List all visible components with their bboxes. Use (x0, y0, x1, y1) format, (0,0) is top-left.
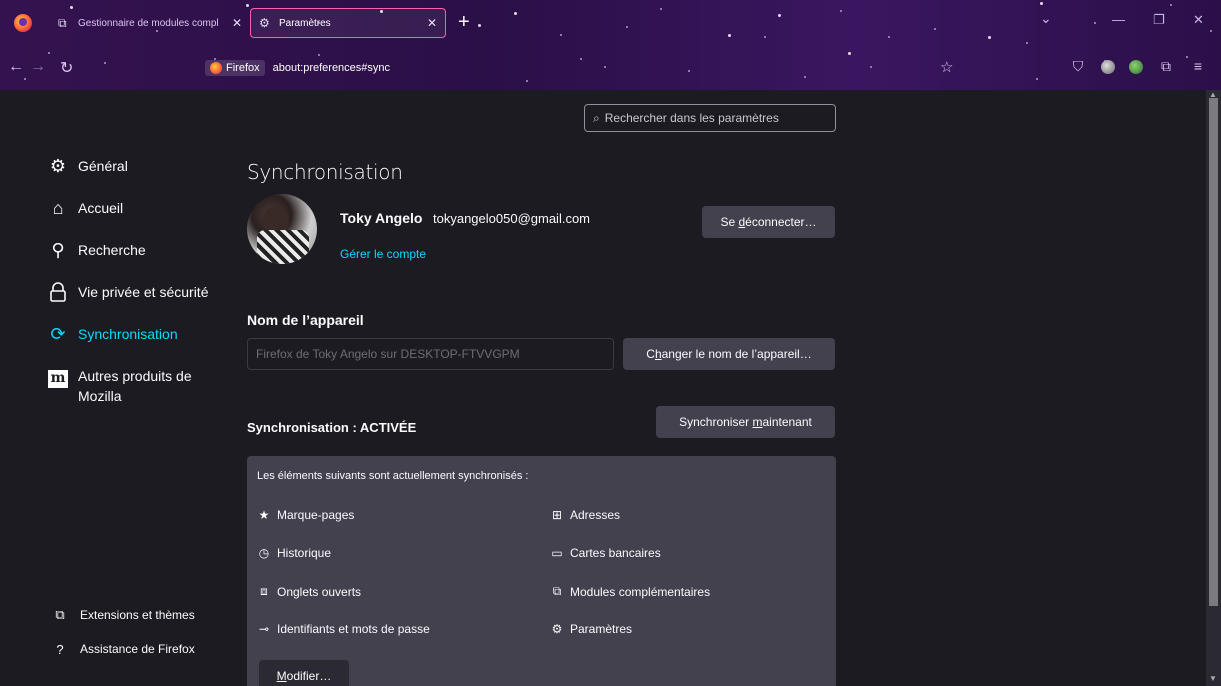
sidebar: ⚙ Général ⌂ Accueil ⚲ Recherche Vie priv… (48, 156, 228, 420)
bookmark-star-icon[interactable]: ☆ (940, 58, 953, 76)
star-icon: ★ (258, 508, 270, 522)
page-title: Synchronisation (247, 160, 403, 184)
account-email: tokyangelo050@gmail.com (433, 211, 591, 226)
sync-icon: ⟳ (50, 324, 66, 344)
search-icon: ⌕ (593, 110, 600, 125)
browser-chrome: ⧉ Gestionnaire de modules compl ✕ ⚙ Para… (0, 0, 1221, 90)
url-text[interactable]: about:preferences#sync (273, 62, 390, 74)
sidebar-item-sync[interactable]: ⟳ Synchronisation (48, 324, 228, 366)
extension-avatar-icon[interactable] (1101, 60, 1115, 74)
sidebar-item-label: Accueil (78, 200, 124, 216)
puzzle-icon: ⧉ (55, 607, 65, 622)
sidebar-item-home[interactable]: ⌂ Accueil (48, 198, 228, 240)
firefox-logo (14, 14, 32, 32)
sidebar-item-more-from-mozilla[interactable]: m Autres produits de Mozilla (48, 366, 228, 420)
toolbar-icons: ⛉ ⧉ ≡ (1069, 58, 1207, 75)
change-device-name-button[interactable]: Ch anger le nom de l’appareil… (623, 338, 835, 370)
sidebar-link-addons[interactable]: ⧉ Extensions et thèmes (52, 598, 195, 632)
sign-out-button[interactable]: Se d éconnecter… (702, 206, 835, 238)
gear-icon: ⚙ (259, 16, 270, 30)
mozilla-icon: m (48, 366, 68, 388)
address-icon: ⊞ (551, 508, 563, 522)
settings-search-input[interactable]: ⌕ Rechercher dans les paramètres (584, 104, 836, 132)
tabs-icon: ⧈ (260, 584, 268, 598)
clock-icon: ◷ (258, 546, 270, 560)
synced-item-credit-cards: ▭ Cartes bancaires (551, 546, 661, 560)
sidebar-item-search[interactable]: ⚲ Recherche (48, 240, 228, 282)
tab-label: Gestionnaire de modules compl (78, 17, 219, 29)
synced-items-panel: Les éléments suivants sont actuellement … (247, 456, 836, 686)
device-name-field[interactable]: Firefox de Toky Angelo sur DESKTOP-FTVVG… (247, 338, 614, 370)
sidebar-item-privacy[interactable]: Vie privée et sécurité (48, 282, 228, 324)
avatar[interactable] (247, 194, 317, 264)
help-icon: ? (56, 641, 64, 657)
scroll-down-icon[interactable]: ▼ (1209, 674, 1217, 683)
synced-item-logins: ⊸ Identifiants et mots de passe (258, 622, 430, 636)
identity-box[interactable]: Firefox (205, 60, 265, 76)
home-icon: ⌂ (52, 198, 64, 218)
modify-sync-button[interactable]: Modifier… (259, 660, 349, 686)
sync-status: Synchronisation : ACTIVÉE (247, 420, 417, 435)
gear-icon: ⚙ (49, 156, 67, 176)
synced-item-settings: ⚙ Paramètres (551, 622, 633, 636)
sidebar-link-label: Assistance de Firefox (80, 642, 195, 656)
extension-icon[interactable] (1129, 60, 1143, 74)
card-icon: ▭ (551, 546, 563, 560)
page-scrollbar[interactable]: ▲ ▼ (1206, 90, 1221, 686)
close-window-button[interactable]: ✕ (1193, 12, 1204, 28)
tab-bar: ⧉ Gestionnaire de modules compl ✕ ⚙ Para… (0, 0, 1221, 46)
account-name: Toky Angelo (340, 210, 423, 226)
synced-item-open-tabs: ⧈ Onglets ouverts (257, 584, 361, 599)
new-tab-button[interactable]: + (458, 12, 470, 32)
sidebar-item-label: Autres produits de Mozilla (78, 368, 192, 404)
sync-now-button[interactable]: Synchroniser m aintenant (656, 406, 835, 438)
sidebar-link-support[interactable]: ? Assistance de Firefox (52, 632, 195, 666)
device-name-label: Nom de l’appareil (247, 312, 364, 328)
lock-icon (48, 282, 68, 306)
manage-account-link[interactable]: Gérer le compte (340, 247, 426, 261)
sidebar-item-label: Vie privée et sécurité (78, 284, 209, 300)
sidebar-item-label: Général (78, 158, 128, 174)
search-icon: ⚲ (51, 240, 65, 260)
url-bar[interactable]: Firefox about:preferences#sync (205, 56, 390, 80)
synced-item-addresses: ⊞ Adresses (551, 508, 621, 522)
reload-button[interactable]: ↻ (60, 58, 73, 78)
sidebar-footer: ⧉ Extensions et thèmes ? Assistance de F… (52, 598, 195, 666)
key-icon: ⊸ (258, 622, 270, 636)
forward-button[interactable]: → (30, 58, 46, 76)
sidebar-item-general[interactable]: ⚙ Général (48, 156, 228, 198)
menu-icon[interactable]: ≡ (1189, 58, 1207, 75)
tab-addons-manager[interactable]: ⧉ Gestionnaire de modules compl ✕ (50, 8, 250, 38)
extensions-puzzle-icon[interactable]: ⧉ (1157, 58, 1175, 75)
sidebar-item-label: Recherche (78, 242, 146, 258)
nav-bar: ← → ↻ Firefox about:preferences#sync ☆ ⛉… (0, 50, 1221, 86)
gear-icon: ⚙ (551, 622, 563, 636)
firefox-icon (210, 62, 222, 74)
restore-button[interactable]: ❐ (1153, 12, 1165, 28)
sidebar-item-label: Synchronisation (78, 326, 178, 342)
back-button[interactable]: ← (8, 58, 24, 76)
puzzle-icon: ⧉ (552, 584, 562, 598)
tab-label: Paramètres (279, 17, 331, 29)
minimize-button[interactable]: — (1112, 12, 1125, 27)
synced-items-intro: Les éléments suivants sont actuellement … (257, 470, 529, 482)
close-icon[interactable]: ✕ (232, 16, 242, 30)
tab-settings[interactable]: ⚙ Paramètres ✕ (250, 8, 446, 38)
synced-item-history: ◷ Historique (258, 546, 332, 560)
search-placeholder: Rechercher dans les paramètres (604, 111, 779, 125)
pocket-icon[interactable]: ⛉ (1069, 58, 1087, 75)
scrollbar-thumb[interactable] (1209, 98, 1218, 606)
tab-list-chevron-icon[interactable]: ⌄ (1040, 10, 1052, 27)
synced-item-bookmarks: ★ Marque-pages (258, 508, 355, 522)
identity-label: Firefox (226, 62, 260, 74)
synced-item-addons: ⧉ Modules complémentaires (550, 584, 710, 599)
sidebar-link-label: Extensions et thèmes (80, 608, 195, 622)
close-icon[interactable]: ✕ (427, 16, 437, 30)
preferences-page: ⌕ Rechercher dans les paramètres ⚙ Génér… (0, 90, 1206, 686)
puzzle-icon: ⧉ (58, 15, 67, 30)
